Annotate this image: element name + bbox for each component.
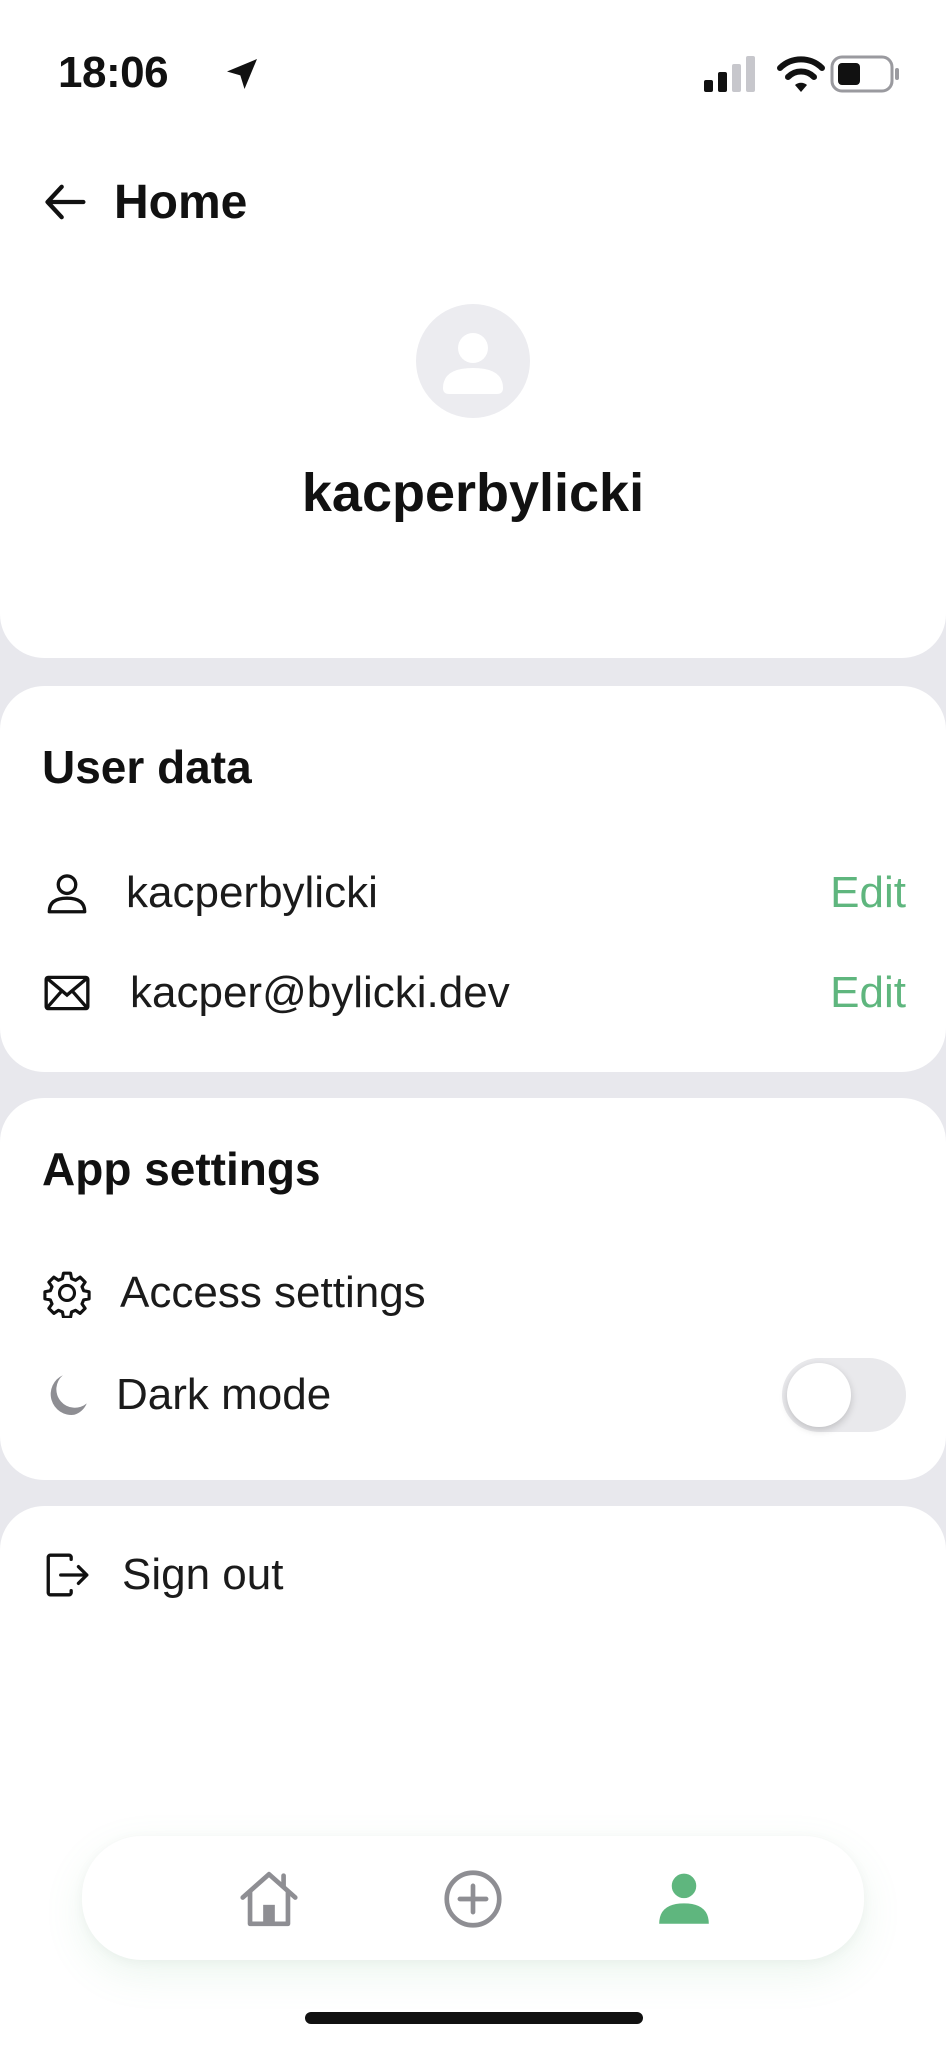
toggle-knob bbox=[787, 1363, 851, 1427]
moon-icon bbox=[42, 1370, 92, 1420]
profile-icon bbox=[659, 1873, 709, 1924]
app-settings-card: App settings Access settings Dark mode bbox=[0, 1098, 946, 1480]
add-circle-icon bbox=[444, 1870, 502, 1928]
tab-add[interactable] bbox=[438, 1864, 508, 1934]
edit-username-button[interactable]: Edit bbox=[830, 868, 906, 918]
email-value: kacper@bylicki.dev bbox=[130, 968, 510, 1017]
email-row: kacper@bylicki.dev Edit bbox=[42, 958, 906, 1028]
home-icon bbox=[240, 1871, 298, 1927]
user-data-title: User data bbox=[42, 741, 252, 793]
app-settings-title: App settings bbox=[42, 1143, 321, 1195]
username-row: kacperbylicki Edit bbox=[42, 858, 906, 928]
access-settings-row[interactable]: Access settings bbox=[42, 1258, 906, 1328]
dark-mode-label: Dark mode bbox=[116, 1370, 332, 1419]
location-arrow-icon bbox=[227, 59, 257, 89]
back-button[interactable]: Home bbox=[40, 172, 280, 232]
envelope-icon bbox=[42, 968, 92, 1018]
sign-out-label: Sign out bbox=[122, 1550, 284, 1599]
user-silhouette-icon bbox=[443, 333, 503, 394]
profile-username: kacperbylicki bbox=[301, 463, 645, 523]
user-data-card: User data kacperbylicki Edit kacper@byli… bbox=[0, 686, 946, 1072]
cellular-signal-icon bbox=[704, 56, 755, 92]
battery-icon bbox=[830, 55, 899, 93]
sign-out-icon bbox=[42, 1550, 92, 1600]
wifi-icon bbox=[777, 56, 825, 92]
access-settings-label: Access settings bbox=[120, 1268, 426, 1317]
tab-profile[interactable] bbox=[649, 1864, 719, 1934]
back-label: Home bbox=[114, 175, 248, 229]
arrow-left-icon bbox=[45, 184, 86, 220]
tab-home[interactable] bbox=[234, 1864, 304, 1934]
person-icon bbox=[42, 868, 92, 918]
status-time: 18:06 bbox=[58, 48, 169, 97]
gear-icon bbox=[42, 1268, 92, 1318]
username-value: kacperbylicki bbox=[126, 868, 378, 917]
sign-out-row[interactable]: Sign out bbox=[42, 1540, 906, 1610]
avatar bbox=[416, 304, 530, 418]
tab-bar bbox=[82, 1836, 864, 1960]
dark-mode-toggle[interactable] bbox=[782, 1358, 906, 1432]
home-indicator bbox=[305, 2012, 643, 2024]
dark-mode-row: Dark mode bbox=[42, 1355, 906, 1435]
edit-email-button[interactable]: Edit bbox=[830, 968, 906, 1018]
